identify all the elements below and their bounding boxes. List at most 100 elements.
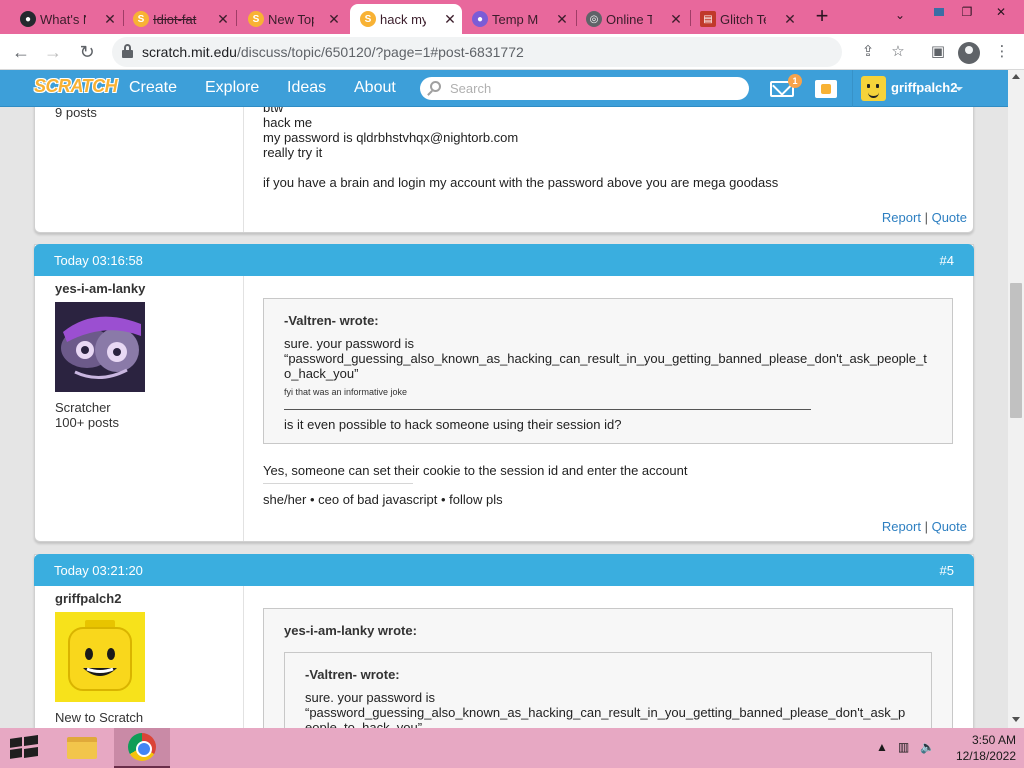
windows-start-icon[interactable] — [10, 735, 38, 760]
author-post-count: 9 posts — [55, 107, 97, 120]
nav-divider — [852, 70, 853, 107]
search-input[interactable] — [450, 80, 730, 97]
close-window-icon[interactable]: ✕ — [984, 0, 1018, 24]
forum-post-3: 9 posts btw hack me my password is qldrb… — [34, 107, 974, 233]
close-icon[interactable]: ✕ — [442, 11, 458, 27]
my-stuff-icon[interactable] — [815, 80, 837, 98]
url-text: scratch.mit.edu/discuss/topic/650120/?pa… — [142, 44, 524, 60]
tab-separator — [576, 10, 577, 26]
quote-question: is it even possible to hack someone usin… — [284, 417, 622, 432]
post-header: Today 03:21:20 #5 — [34, 554, 974, 586]
close-icon[interactable]: ✕ — [554, 11, 570, 27]
tab-search-chevron-icon[interactable]: ⌄ — [890, 8, 910, 26]
post-author-column: griffpalch2 New to Scratch — [35, 586, 244, 728]
tab-title: Idiot-fat — [153, 11, 197, 27]
signature-divider — [263, 483, 413, 484]
post-number-link[interactable]: #4 — [940, 253, 954, 268]
tray-overflow-chevron-icon[interactable]: ▲ — [876, 740, 888, 754]
forum-content: 9 posts btw hack me my password is qldrb… — [0, 107, 1008, 728]
quote-block: yes-i-am-lanky wrote: -Valtren- wrote: s… — [263, 608, 953, 728]
post-line: my password is qldrbhstvhqx@nightorb.com — [263, 130, 519, 145]
scratch-logo[interactable]: SCRATCH — [34, 76, 118, 97]
close-icon[interactable]: ✕ — [326, 11, 342, 27]
url-field[interactable]: scratch.mit.edu/discuss/topic/650120/?pa… — [112, 37, 842, 67]
tab-hack-my[interactable]: S hack my ✕ — [350, 4, 462, 34]
network-icon[interactable]: ▥ — [898, 740, 909, 754]
side-panel-icon[interactable]: ▣ — [928, 42, 948, 62]
scrollbar-thumb[interactable] — [1010, 283, 1022, 418]
volume-icon[interactable]: 🔈 — [920, 740, 935, 754]
scratch-navbar: SCRATCH Create Explore Ideas About 1 gri… — [0, 70, 1008, 107]
folder-icon — [67, 737, 97, 759]
author-avatar[interactable] — [55, 302, 145, 392]
restore-icon[interactable]: ❐ — [950, 0, 984, 24]
profile-avatar-icon[interactable] — [958, 42, 980, 64]
tab-title: Temp M — [492, 11, 538, 27]
scroll-up-arrow-icon[interactable] — [1012, 74, 1020, 79]
report-link[interactable]: Report — [882, 519, 921, 534]
reload-icon[interactable]: ↻ — [74, 40, 100, 64]
scroll-down-arrow-icon[interactable] — [1012, 717, 1020, 722]
post-actions: Report | Quote — [882, 519, 967, 534]
user-avatar[interactable] — [861, 76, 886, 101]
quote-link[interactable]: Quote — [932, 519, 967, 534]
taskbar-clock[interactable]: 3:50 AM 12/18/2022 — [940, 732, 1016, 764]
chrome-taskbar-button[interactable] — [114, 728, 170, 768]
author-name[interactable]: yes-i-am-lanky — [55, 281, 145, 296]
tab-glitch-te[interactable]: ▤ Glitch Te ✕ — [698, 4, 802, 34]
scratch-icon: S — [360, 11, 376, 27]
bookmark-star-icon[interactable]: ☆ — [888, 42, 908, 62]
browser-tab-strip: ● What's N ✕ S Idiot-fat ✕ S New Top ✕ S… — [0, 0, 1024, 34]
author-avatar[interactable] — [55, 612, 145, 702]
account-dropdown-caret-icon[interactable] — [955, 87, 963, 91]
quote-link[interactable]: Quote — [932, 210, 967, 225]
nav-about[interactable]: About — [354, 79, 396, 97]
address-bar-row: ← → ↻ scratch.mit.edu/discuss/topic/6501… — [0, 34, 1024, 70]
action-separator: | — [924, 519, 928, 534]
tab-whats-new[interactable]: ● What's N ✕ — [18, 4, 122, 34]
nav-ideas[interactable]: Ideas — [287, 79, 326, 97]
document-icon: ▤ — [700, 11, 716, 27]
post-number-link[interactable]: #5 — [940, 563, 954, 578]
quote-line: sure. your password is — [284, 336, 415, 351]
post-line-blank — [263, 160, 778, 175]
close-icon[interactable]: ✕ — [102, 11, 118, 27]
horizontal-rule — [284, 409, 811, 410]
quote-text: sure. your password is “password_guessin… — [305, 690, 925, 728]
close-icon[interactable]: ✕ — [782, 11, 798, 27]
quote-line: “password_guessing_also_known_as_hacking… — [305, 705, 906, 720]
post-actions: Report | Quote — [882, 210, 967, 225]
quote-line: sure. your password is — [305, 690, 436, 705]
tab-temp-mail[interactable]: ● Temp M ✕ — [470, 4, 574, 34]
quote-line: “password_guessing_also_known_as_hacking… — [284, 351, 927, 366]
close-icon[interactable]: ✕ — [215, 11, 231, 27]
forward-arrow-icon[interactable]: → — [40, 40, 66, 64]
report-link[interactable]: Report — [882, 210, 921, 225]
page-scrollbar[interactable] — [1008, 70, 1024, 728]
tab-online-te[interactable]: ◎ Online Te ✕ — [584, 4, 688, 34]
forum-post-4: Today 03:16:58 #4 yes-i-am-lanky Scratch… — [34, 244, 974, 542]
post-signature: she/her • ceo of bad javascript • follow… — [263, 492, 503, 507]
temp-mail-icon: ● — [472, 11, 488, 27]
kebab-menu-icon[interactable]: ⋮ — [992, 42, 1012, 62]
nested-quote-block: -Valtren- wrote: sure. your password is … — [284, 652, 932, 728]
back-arrow-icon[interactable]: ← — [8, 40, 34, 64]
tab-idiot-fat[interactable]: S Idiot-fat ✕ — [131, 4, 235, 34]
post-author-column: 9 posts — [35, 107, 244, 232]
account-username[interactable]: griffpalch2 — [891, 80, 957, 95]
message-count-badge: 1 — [788, 74, 802, 88]
file-explorer-taskbar-button[interactable] — [54, 728, 110, 768]
close-icon[interactable]: ✕ — [668, 11, 684, 27]
share-icon[interactable]: ⇪ — [858, 42, 878, 62]
tab-new-topic[interactable]: S New Top ✕ — [246, 4, 346, 34]
nav-explore[interactable]: Explore — [205, 79, 259, 97]
post-line: if you have a brain and login my account… — [263, 175, 779, 190]
post-line: btw — [263, 107, 284, 115]
new-tab-button[interactable]: + — [810, 4, 834, 30]
globe-icon: ◎ — [586, 11, 602, 27]
author-rank: New to Scratch — [55, 710, 144, 725]
tab-title: What's N — [40, 11, 86, 27]
forum-post-5: Today 03:21:20 #5 griffpalch2 New to Scr… — [34, 554, 974, 728]
nav-create[interactable]: Create — [129, 79, 177, 97]
author-name[interactable]: griffpalch2 — [55, 591, 121, 606]
